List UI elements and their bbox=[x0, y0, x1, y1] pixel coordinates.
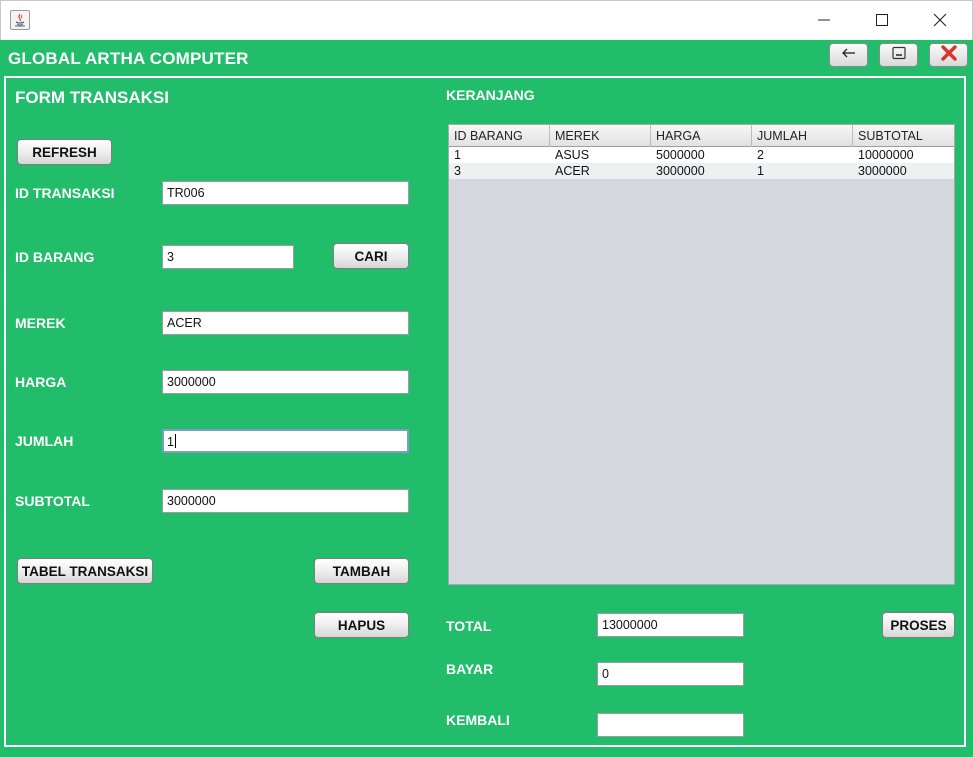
table-cell: 1 bbox=[757, 164, 764, 178]
keranjang-title: KERANJANG bbox=[446, 87, 535, 103]
text-caret bbox=[174, 434, 176, 448]
minimize-window-button[interactable] bbox=[879, 43, 918, 67]
table-cell: 1 bbox=[454, 148, 461, 162]
table-cell: 2 bbox=[757, 148, 764, 162]
cari-button[interactable]: CARI bbox=[333, 243, 409, 269]
total-label: TOTAL bbox=[446, 618, 492, 634]
form-title: FORM TRANSAKSI bbox=[15, 88, 169, 107]
maximize-icon[interactable] bbox=[853, 0, 911, 40]
back-arrow-icon bbox=[841, 46, 857, 64]
column-header[interactable]: JUMLAH bbox=[752, 125, 853, 147]
merek-label: MEREK bbox=[15, 315, 66, 331]
minimize-window-icon bbox=[891, 46, 907, 65]
bayar-field[interactable]: 0 bbox=[597, 662, 744, 686]
bayar-label: BAYAR bbox=[446, 661, 494, 677]
app-title: GLOBAL ARTHA COMPUTER bbox=[8, 49, 249, 68]
jumlah-field[interactable]: 1 bbox=[162, 429, 409, 453]
subtotal-field[interactable]: 3000000 bbox=[162, 489, 409, 513]
id-transaksi-field[interactable]: TR006 bbox=[162, 181, 409, 205]
total-field[interactable]: 13000000 bbox=[597, 613, 744, 637]
table-row[interactable]: 3 ACER 3000000 1 3000000 bbox=[449, 163, 954, 179]
back-button[interactable] bbox=[829, 43, 868, 67]
kembali-field[interactable] bbox=[597, 713, 744, 737]
id-barang-label: ID BARANG bbox=[15, 249, 95, 265]
column-header[interactable]: MEREK bbox=[550, 125, 651, 147]
minimize-icon[interactable] bbox=[795, 0, 853, 40]
hapus-button[interactable]: HAPUS bbox=[314, 612, 409, 638]
tambah-button[interactable]: TAMBAH bbox=[314, 558, 409, 584]
table-header: ID BARANG MEREK HARGA JUMLAH SUBTOTAL bbox=[449, 125, 954, 147]
tabel-transaksi-button[interactable]: TABEL TRANSAKSI bbox=[17, 558, 153, 584]
table-body: 1 ASUS 5000000 2 10000000 3 ACER 3000000… bbox=[449, 147, 954, 179]
table-row[interactable]: 1 ASUS 5000000 2 10000000 bbox=[449, 147, 954, 163]
subtotal-label: SUBTOTAL bbox=[15, 493, 90, 509]
jumlah-value: 1 bbox=[167, 435, 174, 449]
refresh-button[interactable]: REFRESH bbox=[17, 139, 112, 165]
keranjang-table[interactable]: ID BARANG MEREK HARGA JUMLAH SUBTOTAL 1 … bbox=[448, 124, 955, 585]
close-app-button[interactable] bbox=[929, 43, 968, 67]
proses-button[interactable]: PROSES bbox=[882, 612, 955, 638]
column-header[interactable]: ID BARANG bbox=[449, 125, 550, 147]
table-cell: ACER bbox=[555, 164, 590, 178]
harga-label: HARGA bbox=[15, 374, 67, 390]
id-transaksi-label: ID TRANSAKSI bbox=[15, 185, 115, 201]
table-cell: 10000000 bbox=[858, 148, 914, 162]
close-icon[interactable] bbox=[911, 0, 969, 40]
close-x-icon bbox=[940, 44, 958, 66]
harga-field[interactable]: 3000000 bbox=[162, 370, 409, 394]
table-cell: 5000000 bbox=[656, 148, 705, 162]
jumlah-label: JUMLAH bbox=[15, 433, 74, 449]
kembali-label: KEMBALI bbox=[446, 712, 510, 728]
table-cell: 3000000 bbox=[858, 164, 907, 178]
table-cell: 3 bbox=[454, 164, 461, 178]
column-header[interactable]: HARGA bbox=[651, 125, 752, 147]
column-header[interactable]: SUBTOTAL bbox=[853, 125, 954, 147]
merek-field[interactable]: ACER bbox=[162, 311, 409, 335]
table-cell: 3000000 bbox=[656, 164, 705, 178]
java-icon bbox=[10, 10, 30, 30]
id-barang-field[interactable]: 3 bbox=[162, 245, 294, 269]
table-cell: ASUS bbox=[555, 148, 590, 162]
